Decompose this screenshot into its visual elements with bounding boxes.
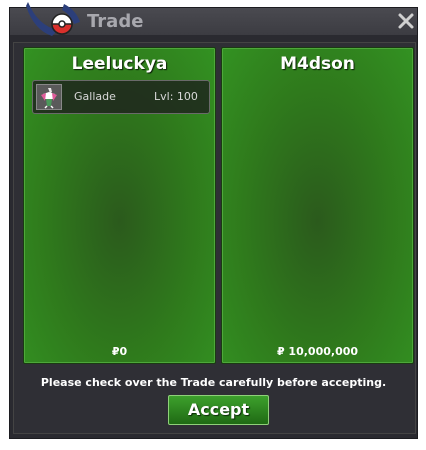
left-money: ₽0 [111,345,128,358]
close-icon[interactable] [397,12,415,30]
pokeball-logo-icon [26,2,80,36]
gallade-sprite-icon [36,84,62,110]
right-trade-panel: M4dson ₽ 10,000,000 [221,47,414,364]
right-player-name: M4dson [280,54,355,74]
trade-window: Trade Leeluckya Gallade Lvl: 100 ₽0 M4ds… [9,2,418,439]
left-player-name: Leeluckya [71,54,168,74]
window-title: Trade [87,11,144,32]
trade-item-gallade[interactable]: Gallade Lvl: 100 [32,80,210,114]
item-pokemon-name: Gallade [74,90,116,103]
title-bar[interactable]: Trade [10,2,417,36]
item-pokemon-level: Lvl: 100 [154,90,198,103]
trade-notice: Please check over the Trade carefully be… [40,376,387,389]
left-trade-panel: Leeluckya Gallade Lvl: 100 ₽0 [23,47,216,364]
accept-button[interactable]: Accept [168,395,269,425]
right-money: ₽ 10,000,000 [276,345,359,358]
